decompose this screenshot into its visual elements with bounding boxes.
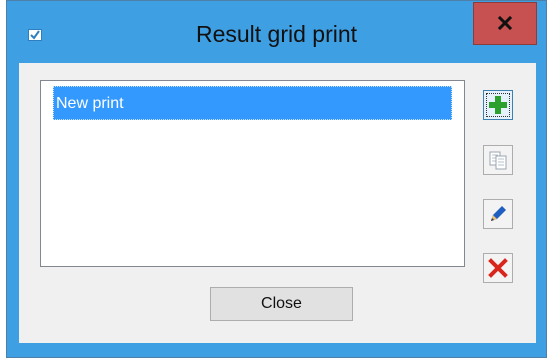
- add-button[interactable]: [483, 90, 513, 120]
- title-bar[interactable]: Result grid print: [7, 1, 546, 61]
- window-close-button[interactable]: [473, 2, 537, 45]
- dialog-window: Result grid print New print Close: [6, 0, 547, 358]
- copy-button[interactable]: [483, 145, 513, 175]
- print-list[interactable]: New print: [40, 80, 465, 267]
- delete-button[interactable]: [483, 253, 513, 283]
- list-item[interactable]: New print: [53, 86, 452, 120]
- dialog-body: New print Close: [19, 63, 536, 343]
- window-title: Result grid print: [195, 21, 358, 47]
- edit-button[interactable]: [483, 199, 513, 229]
- close-button[interactable]: Close: [210, 287, 353, 321]
